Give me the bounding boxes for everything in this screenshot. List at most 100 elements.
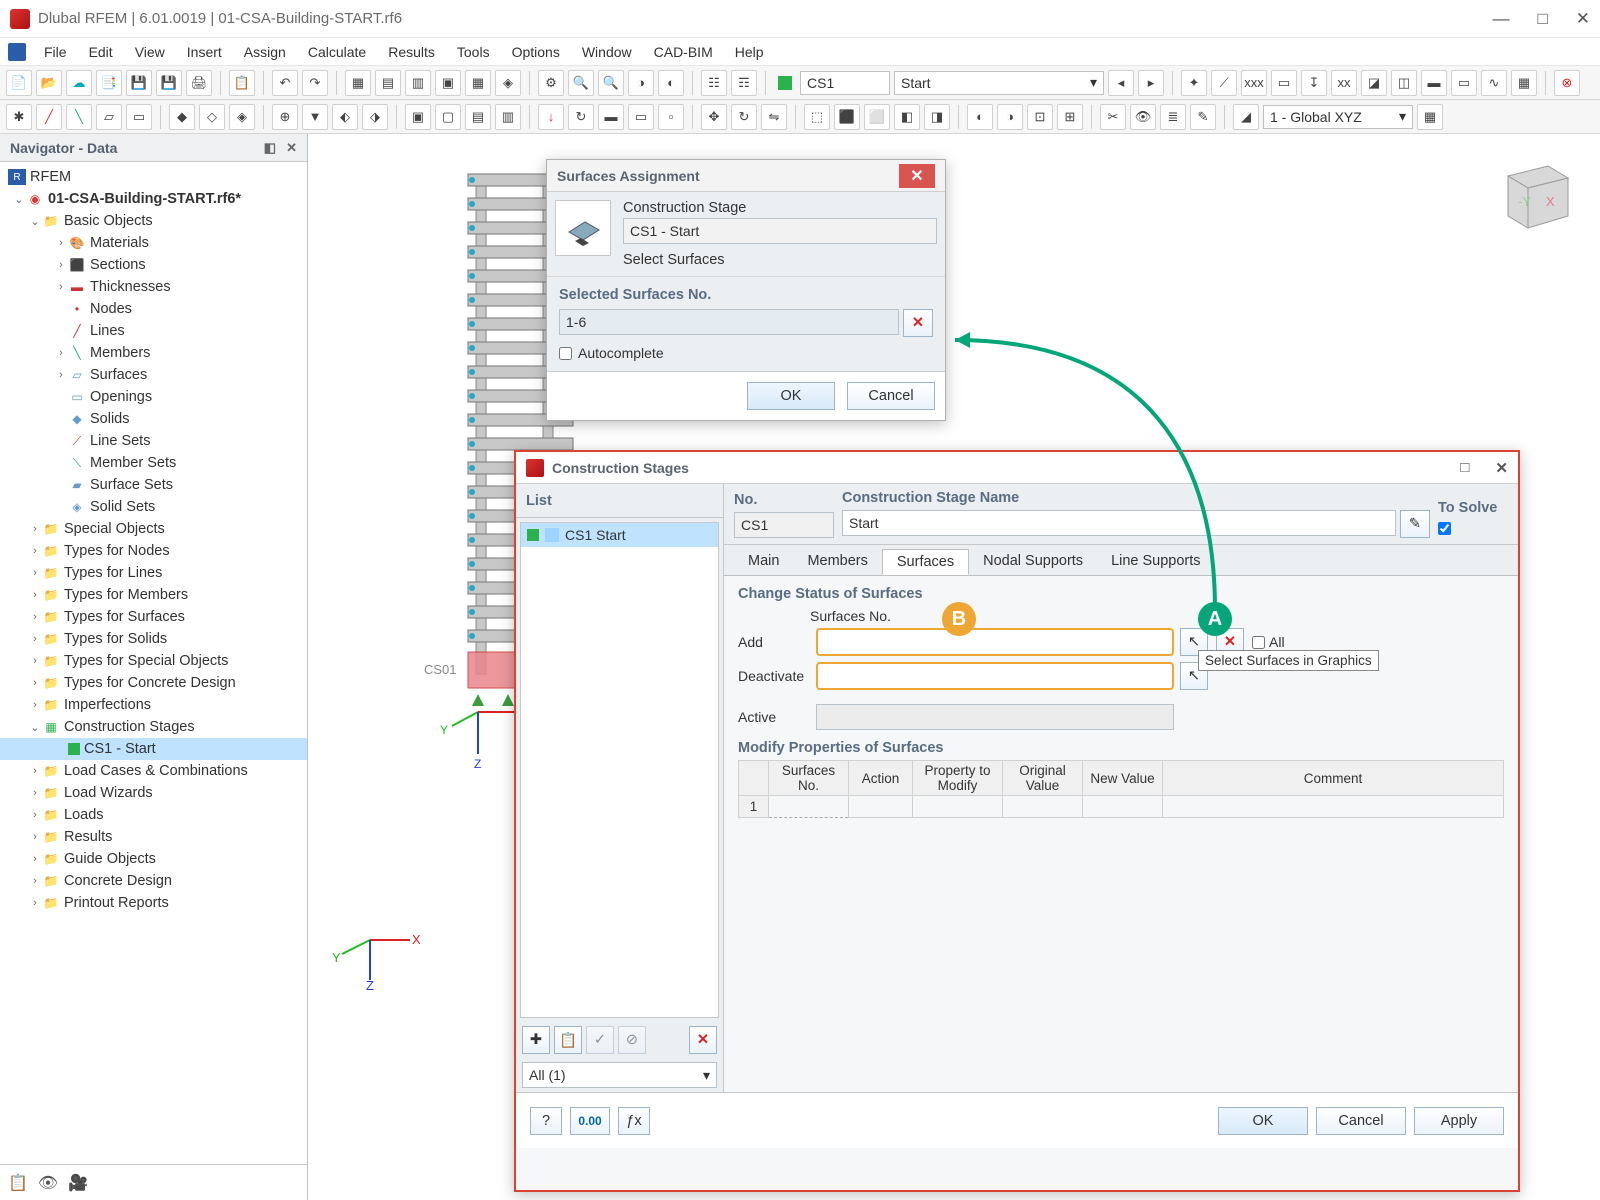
tree-sections[interactable]: Sections xyxy=(90,257,146,273)
tree-results[interactable]: Results xyxy=(64,829,112,845)
th-new[interactable]: New Value xyxy=(1083,761,1163,796)
table-row[interactable]: 1 xyxy=(739,796,1504,818)
tb2-release-icon[interactable]: ⬖ xyxy=(332,104,358,130)
tb2-rotate-icon[interactable]: ↻ xyxy=(731,104,757,130)
list-copy-icon[interactable]: 📋 xyxy=(554,1026,582,1054)
tree-basic[interactable]: Basic Objects xyxy=(64,213,153,229)
tb-saveas-icon[interactable]: 💾 xyxy=(156,70,182,96)
tree-loadcases[interactable]: Load Cases & Combinations xyxy=(64,763,248,779)
tb-more1-icon[interactable]: ◪ xyxy=(1361,70,1387,96)
menu-file[interactable]: File xyxy=(34,42,77,62)
list-filter-combo[interactable]: All (1)▾ xyxy=(522,1062,717,1088)
tb2-force-icon[interactable]: ↓ xyxy=(538,104,564,130)
tb-save-icon[interactable]: 💾 xyxy=(126,70,152,96)
tb-ext-icon[interactable]: ▣ xyxy=(435,70,461,96)
tb2-group-icon[interactable]: ◈ xyxy=(229,104,255,130)
tb-redo-icon[interactable]: ↷ xyxy=(302,70,328,96)
tb2-i3-icon[interactable]: ▤ xyxy=(465,104,491,130)
tree-typeslines[interactable]: Types for Lines xyxy=(64,565,162,581)
tab-surfaces[interactable]: Surfaces xyxy=(882,549,969,575)
dlg-close-icon[interactable]: ✕ xyxy=(899,164,935,188)
tb2-clip-icon[interactable]: ✂ xyxy=(1100,104,1126,130)
tb2-support-icon[interactable]: ▼ xyxy=(302,104,328,130)
units-button-icon[interactable]: 0.00 xyxy=(570,1107,610,1135)
tree-typesspecial[interactable]: Types for Special Objects xyxy=(64,653,228,669)
menu-results[interactable]: Results xyxy=(378,42,445,62)
tb-new-icon[interactable]: 📄 xyxy=(6,70,32,96)
tb2-solidload-icon[interactable]: ▫ xyxy=(658,104,684,130)
edit-name-icon[interactable]: ✎ xyxy=(1400,510,1430,538)
tab-main[interactable]: Main xyxy=(734,549,793,575)
th-property[interactable]: Property to Modify xyxy=(913,761,1003,796)
clear-selection-icon[interactable]: ✕ xyxy=(903,309,933,337)
tb-wizard-icon[interactable]: ☷ xyxy=(701,70,727,96)
selected-surfaces-input[interactable]: 1-6 xyxy=(559,309,899,335)
menu-options[interactable]: Options xyxy=(502,42,570,62)
tree-linesets[interactable]: Line Sets xyxy=(90,433,150,449)
menu-view[interactable]: View xyxy=(125,42,175,62)
tb-qsearch-icon[interactable]: 🔍 xyxy=(568,70,594,96)
tb-filter-icon[interactable]: ⚙ xyxy=(538,70,564,96)
tb2-disp-icon[interactable]: ◐ xyxy=(967,104,993,130)
ok-button[interactable]: OK xyxy=(747,382,835,410)
menu-insert[interactable]: Insert xyxy=(177,42,232,62)
tb-cancel-icon[interactable]: ⊗ xyxy=(1554,70,1580,96)
tb-resview-icon[interactable]: ◐ xyxy=(658,70,684,96)
tb-cloud-icon[interactable]: ☁ xyxy=(66,70,92,96)
tree-members[interactable]: Members xyxy=(90,345,150,361)
tb-node-icon[interactable]: ✦ xyxy=(1181,70,1207,96)
tb-recent-icon[interactable]: 📑 xyxy=(96,70,122,96)
cs-close-icon[interactable]: ✕ xyxy=(1495,459,1508,477)
name-input[interactable]: Start xyxy=(842,510,1396,536)
tb2-comment-icon[interactable]: ✎ xyxy=(1190,104,1216,130)
tree-typesconcrete[interactable]: Types for Concrete Design xyxy=(64,675,236,691)
nav-prev-icon[interactable]: ◂ xyxy=(1108,70,1134,96)
list-new-icon[interactable]: ✚ xyxy=(522,1026,550,1054)
tree-guide[interactable]: Guide Objects xyxy=(64,851,156,867)
close-icon[interactable]: ✕ xyxy=(1576,9,1590,29)
tree-typesnodes[interactable]: Types for Nodes xyxy=(64,543,170,559)
tb2-view4-icon[interactable]: ◧ xyxy=(894,104,920,130)
tb2-layer-icon[interactable]: ≣ xyxy=(1160,104,1186,130)
tree-nodes[interactable]: Nodes xyxy=(90,301,132,317)
tb-qzoom-icon[interactable]: 🔍 xyxy=(598,70,624,96)
tb2-lineload-icon[interactable]: ▬ xyxy=(598,104,624,130)
script-button-icon[interactable]: ƒx xyxy=(618,1107,650,1135)
tb2-moment-icon[interactable]: ↻ xyxy=(568,104,594,130)
cs-list[interactable]: CS1 Start xyxy=(520,522,719,1018)
tb-copy-icon[interactable]: 📋 xyxy=(229,70,255,96)
tb2-i1-icon[interactable]: ▣ xyxy=(405,104,431,130)
tab-nodal-supports[interactable]: Nodal Supports xyxy=(969,549,1097,575)
pin-icon[interactable]: ◧ xyxy=(264,140,276,156)
tb2-render-icon[interactable]: ◑ xyxy=(997,104,1023,130)
tb2-set-icon[interactable]: ◇ xyxy=(199,104,225,130)
tb-list-icon[interactable]: ▥ xyxy=(405,70,431,96)
tree-surfacesets[interactable]: Surface Sets xyxy=(90,477,173,493)
autocomplete-checkbox[interactable]: Autocomplete xyxy=(559,345,933,361)
tb2-view5-icon[interactable]: ◨ xyxy=(924,104,950,130)
tree-thickness[interactable]: Thicknesses xyxy=(90,279,171,295)
tb-check-icon[interactable]: ◈ xyxy=(495,70,521,96)
deactivate-input[interactable] xyxy=(816,662,1174,690)
list-exclude-icon[interactable]: ⊘ xyxy=(618,1026,646,1054)
menu-tools[interactable]: Tools xyxy=(447,42,500,62)
autocomplete-check-input[interactable] xyxy=(559,347,572,360)
list-item[interactable]: CS1 Start xyxy=(521,523,718,547)
combo-cs[interactable]: CS1 xyxy=(800,71,890,95)
tb-more5-icon[interactable]: ∿ xyxy=(1481,70,1507,96)
tb2-newnode-icon[interactable]: ✱ xyxy=(6,104,32,130)
tree-materials[interactable]: Materials xyxy=(90,235,149,251)
nav-tab-video-icon[interactable]: 🎥 xyxy=(68,1173,88,1193)
tree-printout[interactable]: Printout Reports xyxy=(64,895,169,911)
solve-checkbox[interactable] xyxy=(1438,522,1451,535)
menu-assign[interactable]: Assign xyxy=(234,42,296,62)
tb2-solid-icon[interactable]: ◆ xyxy=(169,104,195,130)
tb-member-icon[interactable]: ⟋ xyxy=(1211,70,1237,96)
tree-cs[interactable]: Construction Stages xyxy=(64,719,195,735)
tb2-surfload-icon[interactable]: ▭ xyxy=(628,104,654,130)
panel-close-icon[interactable]: ✕ xyxy=(286,140,297,156)
tb-print-icon[interactable]: 🖨 xyxy=(186,70,212,96)
th-original[interactable]: Original Value xyxy=(1003,761,1083,796)
tb2-view1-icon[interactable]: ⬚ xyxy=(804,104,830,130)
tree-root[interactable]: RFEM xyxy=(30,169,71,185)
